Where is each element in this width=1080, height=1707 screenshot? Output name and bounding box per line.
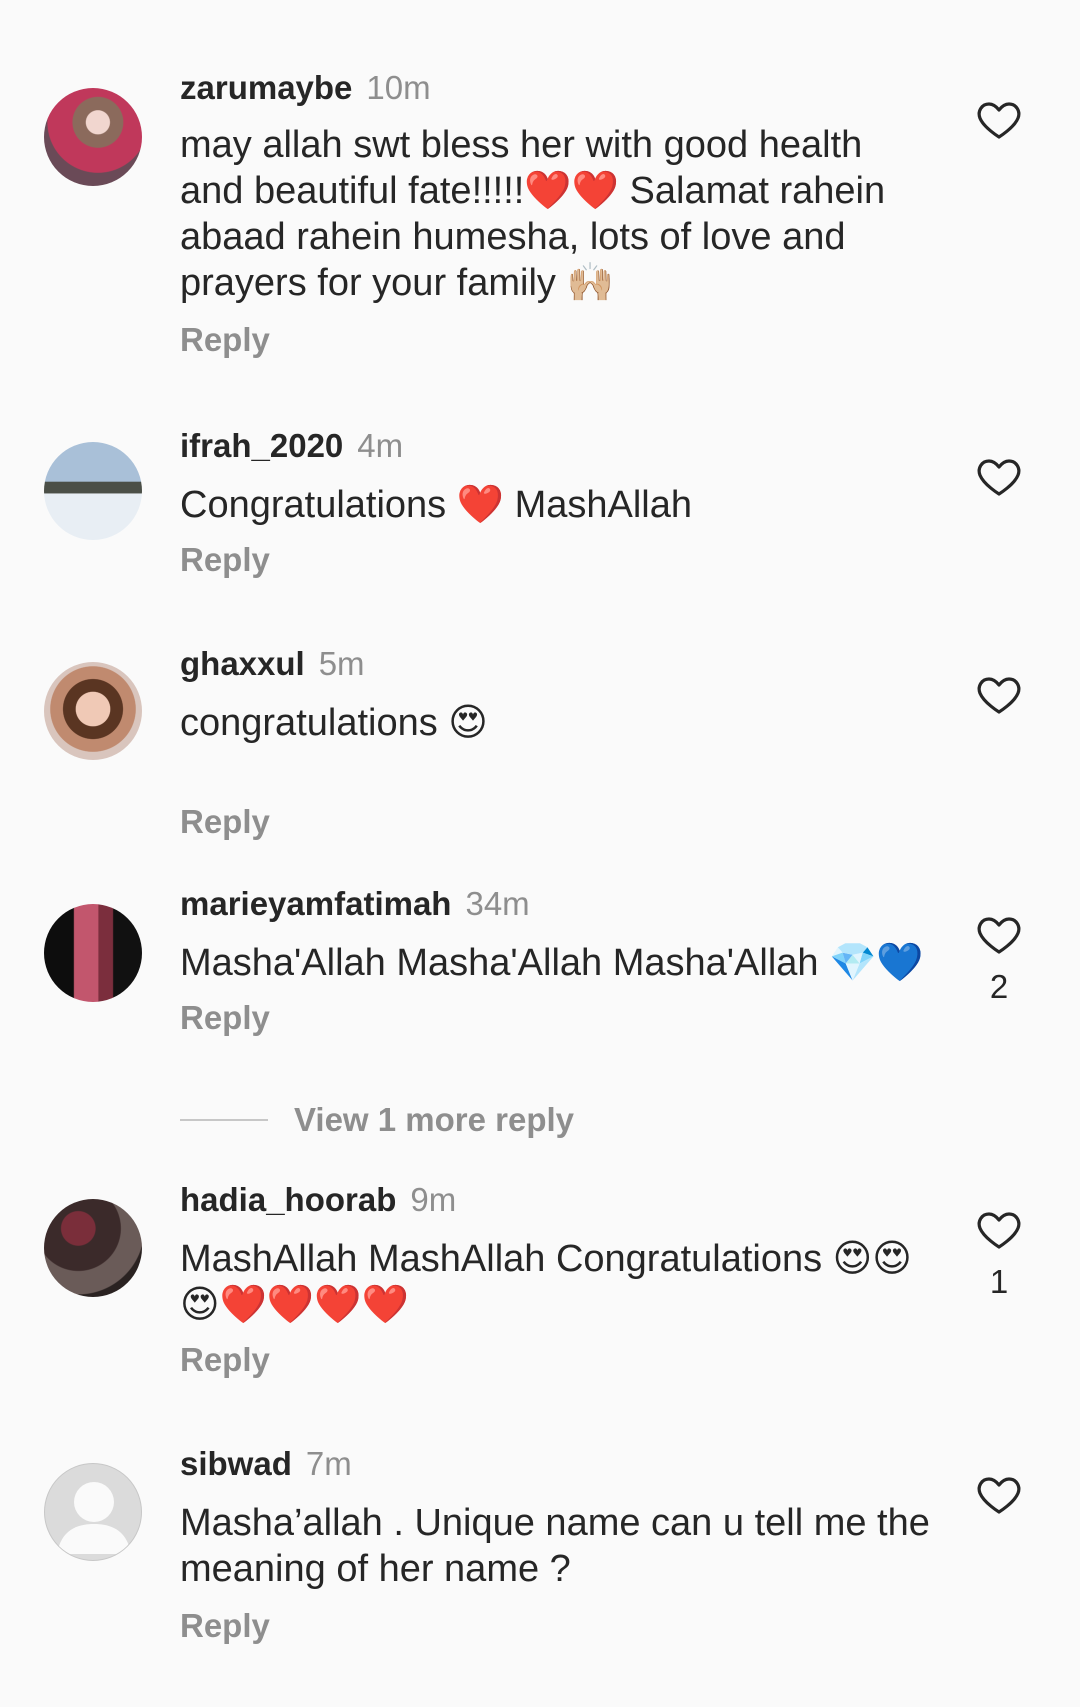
avatar[interactable] [44,904,142,1002]
comment-meta: marieyamfatimah 34m [180,884,930,924]
heart-outline-icon [977,677,1021,714]
username[interactable]: ghaxxul [180,645,305,682]
timestamp: 34m [465,885,530,922]
heart-outline-icon [977,1212,1021,1249]
avatar[interactable] [44,662,142,760]
timestamp: 7m [305,1445,352,1482]
comment-meta: hadia_hoorab 9m [180,1180,930,1220]
reply-button[interactable]: Reply [180,1606,270,1646]
comment-text: Congratulations ❤️ MashAllah [180,484,693,526]
username[interactable]: ifrah_2020 [180,427,343,464]
default-avatar-icon [57,1482,131,1554]
timestamp: 5m [318,645,365,682]
timestamp: 9m [410,1181,457,1218]
avatar[interactable] [44,1199,142,1297]
reply-button[interactable]: Reply [180,320,270,360]
timestamp: 10m [366,69,431,106]
like-count: 1 [989,1263,1009,1300]
heart-outline-icon [977,917,1021,954]
username[interactable]: marieyamfatimah [180,885,451,922]
username[interactable]: zarumaybe [180,69,352,106]
avatar[interactable] [44,1463,142,1561]
comment-meta: ghaxxul 5m [180,644,930,684]
like-button[interactable] [975,911,1023,959]
timestamp: 4m [357,427,404,464]
reply-button[interactable]: Reply [180,998,270,1038]
like-button[interactable] [975,671,1023,719]
avatar[interactable] [44,88,142,186]
comment-text: MashAllah MashAllah Congratulations 😍😍😍❤… [180,1238,912,1326]
like-count: 2 [989,968,1009,1005]
like-button[interactable] [975,96,1023,144]
heart-outline-icon [977,1477,1021,1514]
heart-outline-icon [977,102,1021,139]
comment-meta: sibwad 7m [180,1444,930,1484]
username[interactable]: sibwad [180,1445,292,1482]
replies-divider [180,1119,268,1121]
comment-text: may allah swt bless her with good health… [180,124,886,304]
like-button[interactable] [975,453,1023,501]
view-more-replies-label: View 1 more reply [294,1101,575,1138]
comment-text: congratulations 😍 [180,702,488,744]
like-button[interactable] [975,1206,1023,1254]
comment-meta: zarumaybe 10m [180,68,930,108]
username[interactable]: hadia_hoorab [180,1181,396,1218]
avatar[interactable] [44,442,142,540]
reply-button[interactable]: Reply [180,802,270,842]
comment-text: Masha'Allah Masha'Allah Masha'Allah 💎💙 [180,942,924,984]
comment-text: Masha’allah . Unique name can u tell me … [180,1502,930,1590]
reply-button[interactable]: Reply [180,1340,270,1380]
like-button[interactable] [975,1471,1023,1519]
view-more-replies[interactable]: View 1 more reply [180,1096,574,1144]
reply-button[interactable]: Reply [180,540,270,580]
comment-meta: ifrah_2020 4m [180,426,930,466]
heart-outline-icon [977,459,1021,496]
